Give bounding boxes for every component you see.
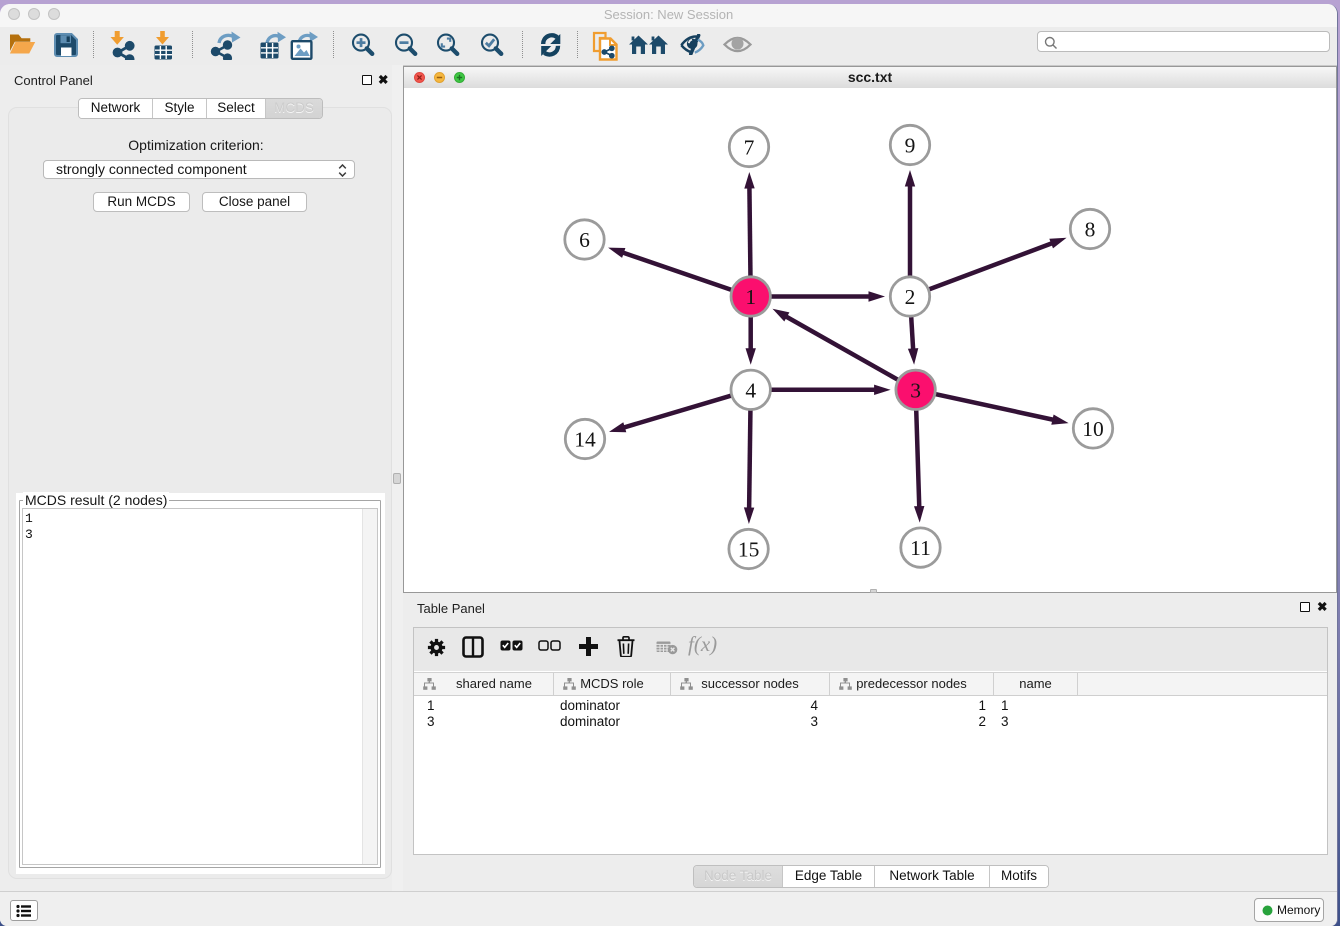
- svg-text:3: 3: [910, 378, 921, 402]
- svg-text:6: 6: [579, 228, 590, 252]
- svg-text:1: 1: [745, 285, 756, 309]
- svg-text:4: 4: [745, 378, 756, 402]
- svg-text:9: 9: [905, 134, 916, 158]
- svg-text:14: 14: [574, 428, 596, 452]
- svg-text:8: 8: [1085, 218, 1096, 242]
- svg-text:10: 10: [1082, 417, 1104, 441]
- svg-text:2: 2: [905, 285, 916, 309]
- svg-text:15: 15: [738, 538, 760, 562]
- svg-text:7: 7: [744, 136, 755, 160]
- svg-text:11: 11: [910, 536, 931, 560]
